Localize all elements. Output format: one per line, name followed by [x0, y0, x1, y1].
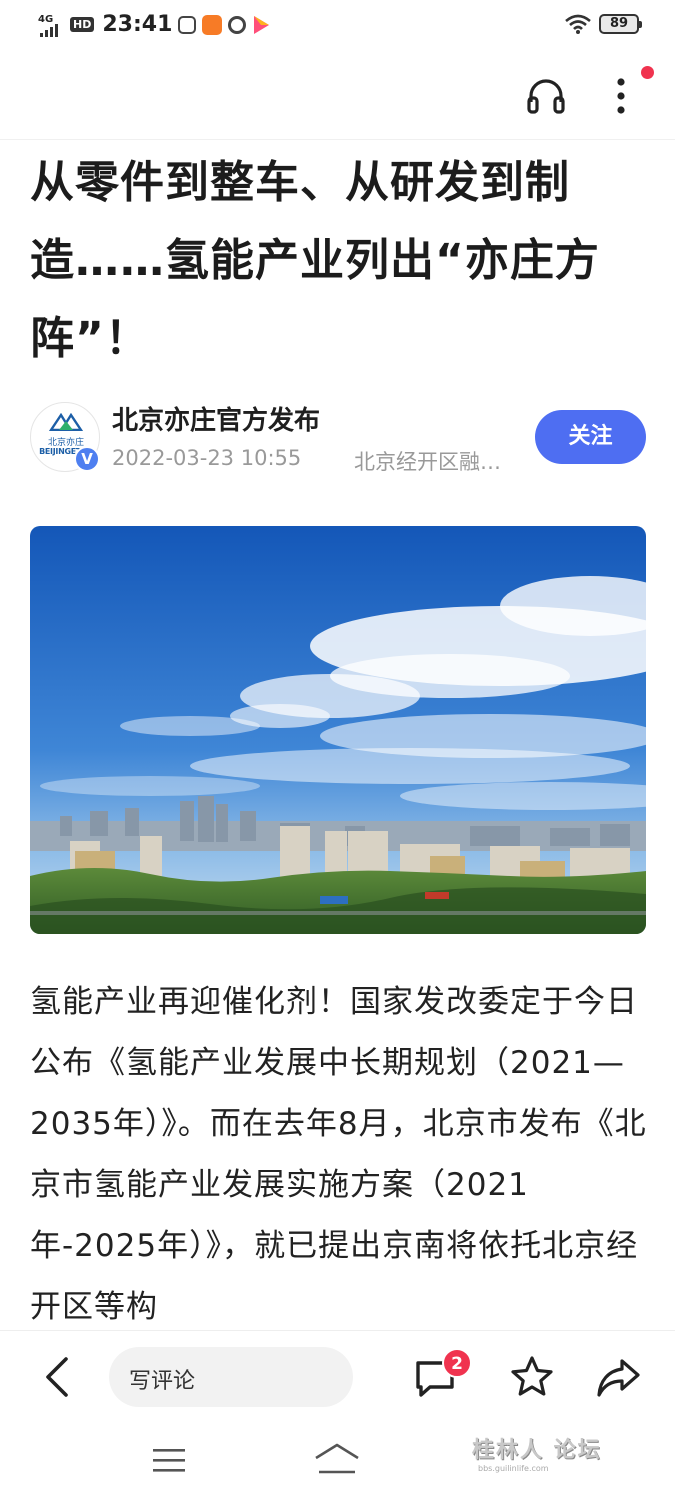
camera-app-icon	[178, 15, 197, 34]
status-left: 4G HD 23:41	[38, 12, 270, 37]
hd-badge: HD	[70, 17, 95, 32]
menu-icon[interactable]	[152, 1446, 186, 1474]
status-time: 23:41	[102, 12, 173, 37]
orange-app-icon	[202, 14, 223, 35]
top-bar	[0, 56, 675, 140]
city-skyline-photo	[30, 526, 646, 934]
post-time: 2022-03-23 10:55	[112, 446, 302, 470]
star-icon[interactable]	[508, 1353, 556, 1401]
watermark: 桂林人 论坛	[472, 1438, 602, 1463]
watermark-url: bbs.guilinlife.com	[478, 1464, 549, 1473]
battery-indicator: 89	[599, 14, 642, 34]
home-icon[interactable]	[313, 1442, 361, 1476]
notification-dot	[641, 66, 654, 79]
comment-placeholder: 写评论	[129, 1369, 196, 1394]
post-source: 北京经开区融…	[354, 450, 501, 474]
ring-app-icon	[228, 15, 247, 34]
author-name[interactable]: 北京亦庄官方发布	[112, 400, 320, 437]
wifi-icon	[565, 14, 591, 34]
system-navigation-bar: 桂林人 论坛 bbs.guilinlife.com	[0, 1422, 675, 1500]
back-icon[interactable]	[40, 1355, 76, 1399]
play-app-icon	[254, 15, 270, 34]
signal-icon: 4G	[38, 13, 64, 37]
bottom-action-bar: 写评论	[0, 1330, 675, 1422]
comment-count-badge: 2	[442, 1348, 472, 1378]
share-icon[interactable]	[594, 1355, 642, 1399]
article-body: 氢能产业再迎催化剂！国家发改委定于今日公布《氢能产业发展中长期规划（2021—2…	[30, 984, 647, 1325]
more-vertical-icon[interactable]	[606, 74, 636, 118]
logo-icon	[49, 413, 83, 431]
comment-input[interactable]: 写评论	[109, 1347, 353, 1407]
status-right: 89	[565, 14, 642, 34]
author-row: 北京亦庄 BEIJINGETDZ V 北京亦庄官方发布 2022-03-23 1…	[30, 400, 646, 474]
hero-image[interactable]	[30, 526, 646, 934]
headphone-icon[interactable]	[526, 76, 566, 116]
article-title: 从零件到整车、从研发到制造……氢能产业列出“亦庄方阵”！	[30, 157, 600, 364]
verified-badge: V	[74, 446, 100, 472]
status-bar: 4G HD 23:41 89	[0, 0, 675, 56]
follow-button[interactable]: 关注	[535, 410, 646, 464]
